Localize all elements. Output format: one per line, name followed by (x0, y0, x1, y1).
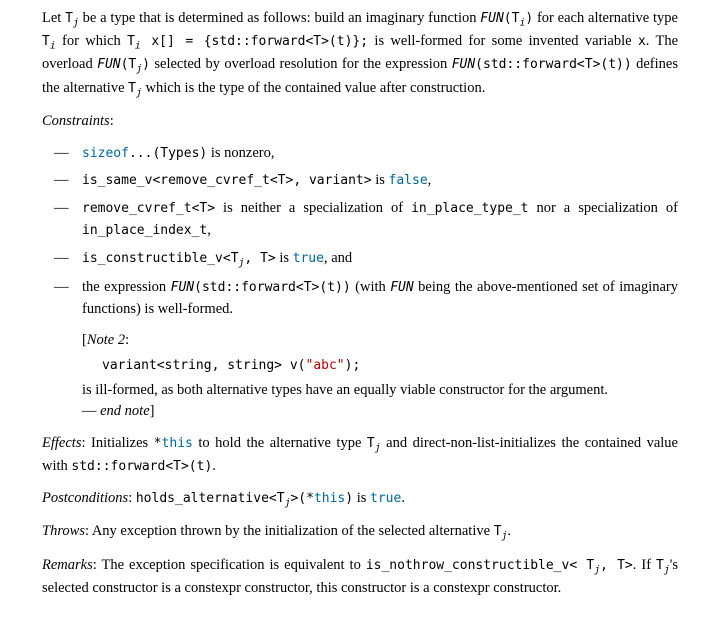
note-code: variant<string, string> v("abc"); (102, 356, 678, 376)
postconditions-paragraph: Postconditions: holds_alternative<Tj>(*t… (42, 488, 678, 511)
constraint-item-4: — is_constructible_v<Tj, T> is true, and (42, 248, 678, 271)
dash-icon: — (42, 248, 82, 271)
dash-icon: — (42, 170, 82, 192)
dash-icon: — (42, 277, 82, 423)
dash-icon: — (42, 143, 82, 165)
note-block: [Note 2: variant<string, string> v("abc"… (82, 330, 678, 423)
constraint-item-1: — sizeof...(Types) is nonzero, (42, 143, 678, 165)
note-text: is ill-formed, as both alternative types… (82, 380, 678, 402)
throws-paragraph: Throws: Any exception thrown by the init… (42, 521, 678, 544)
constraint-item-5: — the expression FUN(std::forward<T>(t))… (42, 277, 678, 423)
intro-paragraph: Let Tj be a type that is determined as f… (42, 8, 678, 101)
constraint-item-2: — is_same_v<remove_cvref_t<T>, variant> … (42, 170, 678, 192)
dash-icon: — (42, 198, 82, 242)
effects-paragraph: Effects: Initializes *this to hold the a… (42, 433, 678, 478)
constraints-list: — sizeof...(Types) is nonzero, — is_same… (42, 143, 678, 423)
remarks-paragraph: Remarks: The exception specification is … (42, 555, 678, 600)
constraints-label: Constraints: (42, 111, 678, 133)
constraint-item-3: — remove_cvref_t<T> is neither a special… (42, 198, 678, 242)
